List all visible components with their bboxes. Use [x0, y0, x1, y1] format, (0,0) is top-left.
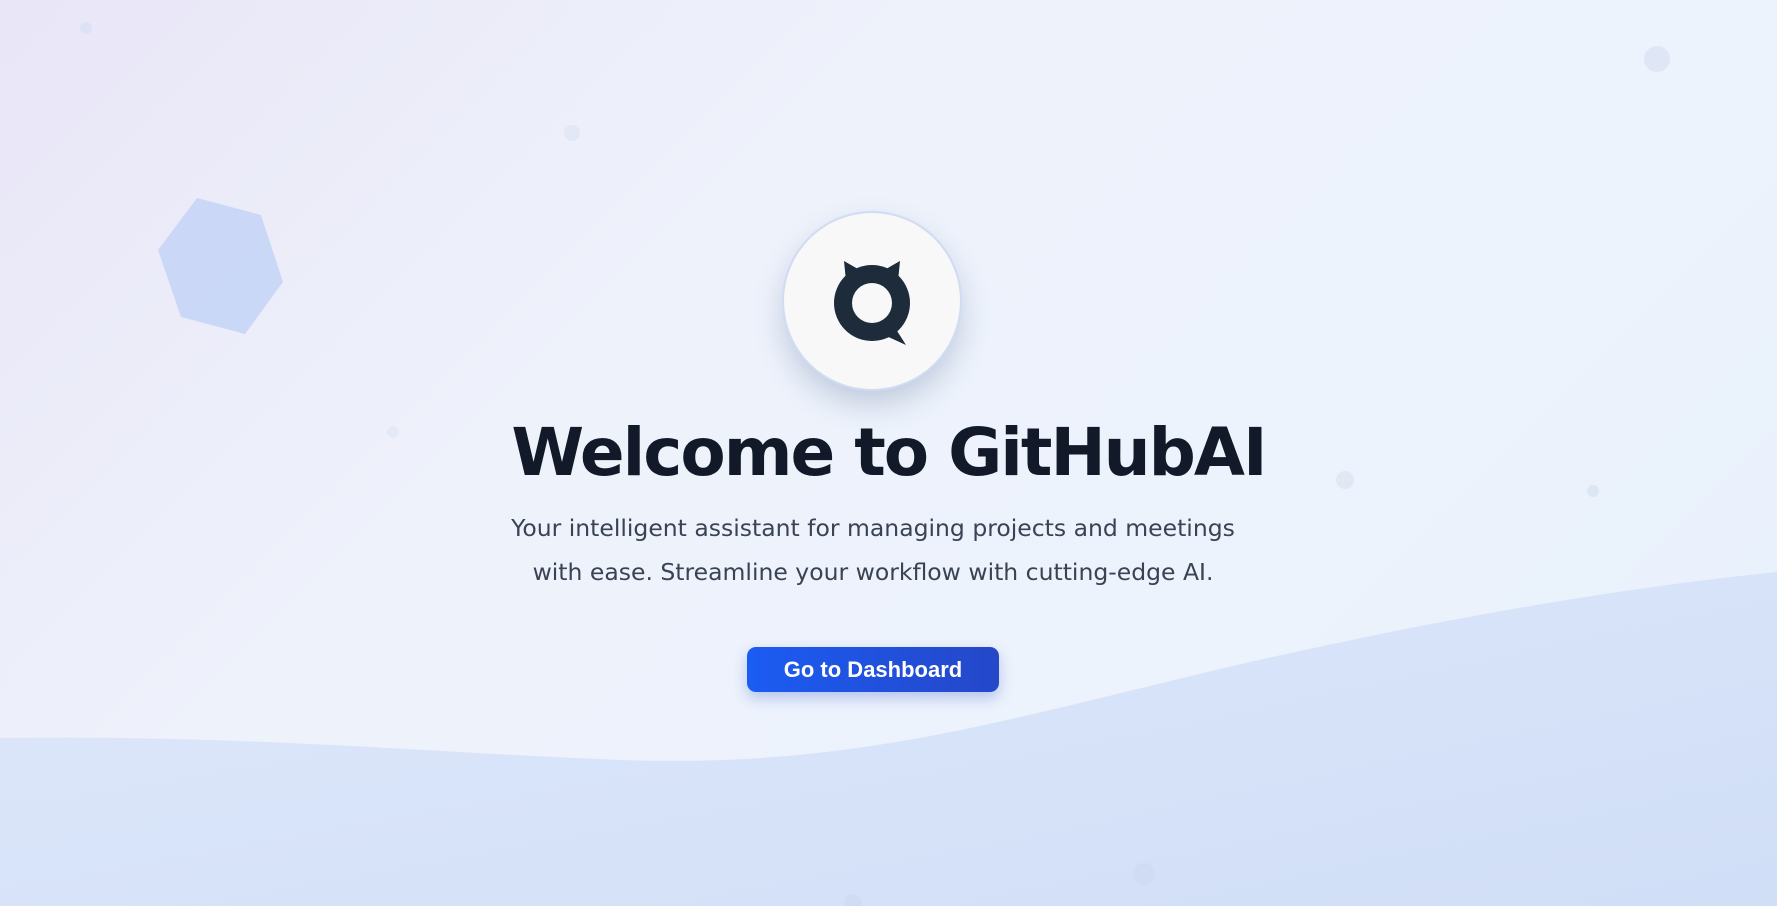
logo-badge — [784, 213, 960, 389]
chat-bot-logo-icon — [834, 261, 910, 345]
go-to-dashboard-button[interactable]: Go to Dashboard — [747, 647, 999, 692]
tagline-line-1: Your intelligent assistant for managing … — [511, 514, 1235, 542]
tagline-line-2: with ease. Streamline your workflow with… — [532, 558, 1214, 586]
hero-section: Welcome to GitHubAI Your intelligent ass… — [0, 0, 1777, 906]
page-title: Welcome to GitHubAI — [511, 414, 1267, 491]
tagline: Your intelligent assistant for managing … — [470, 506, 1276, 594]
